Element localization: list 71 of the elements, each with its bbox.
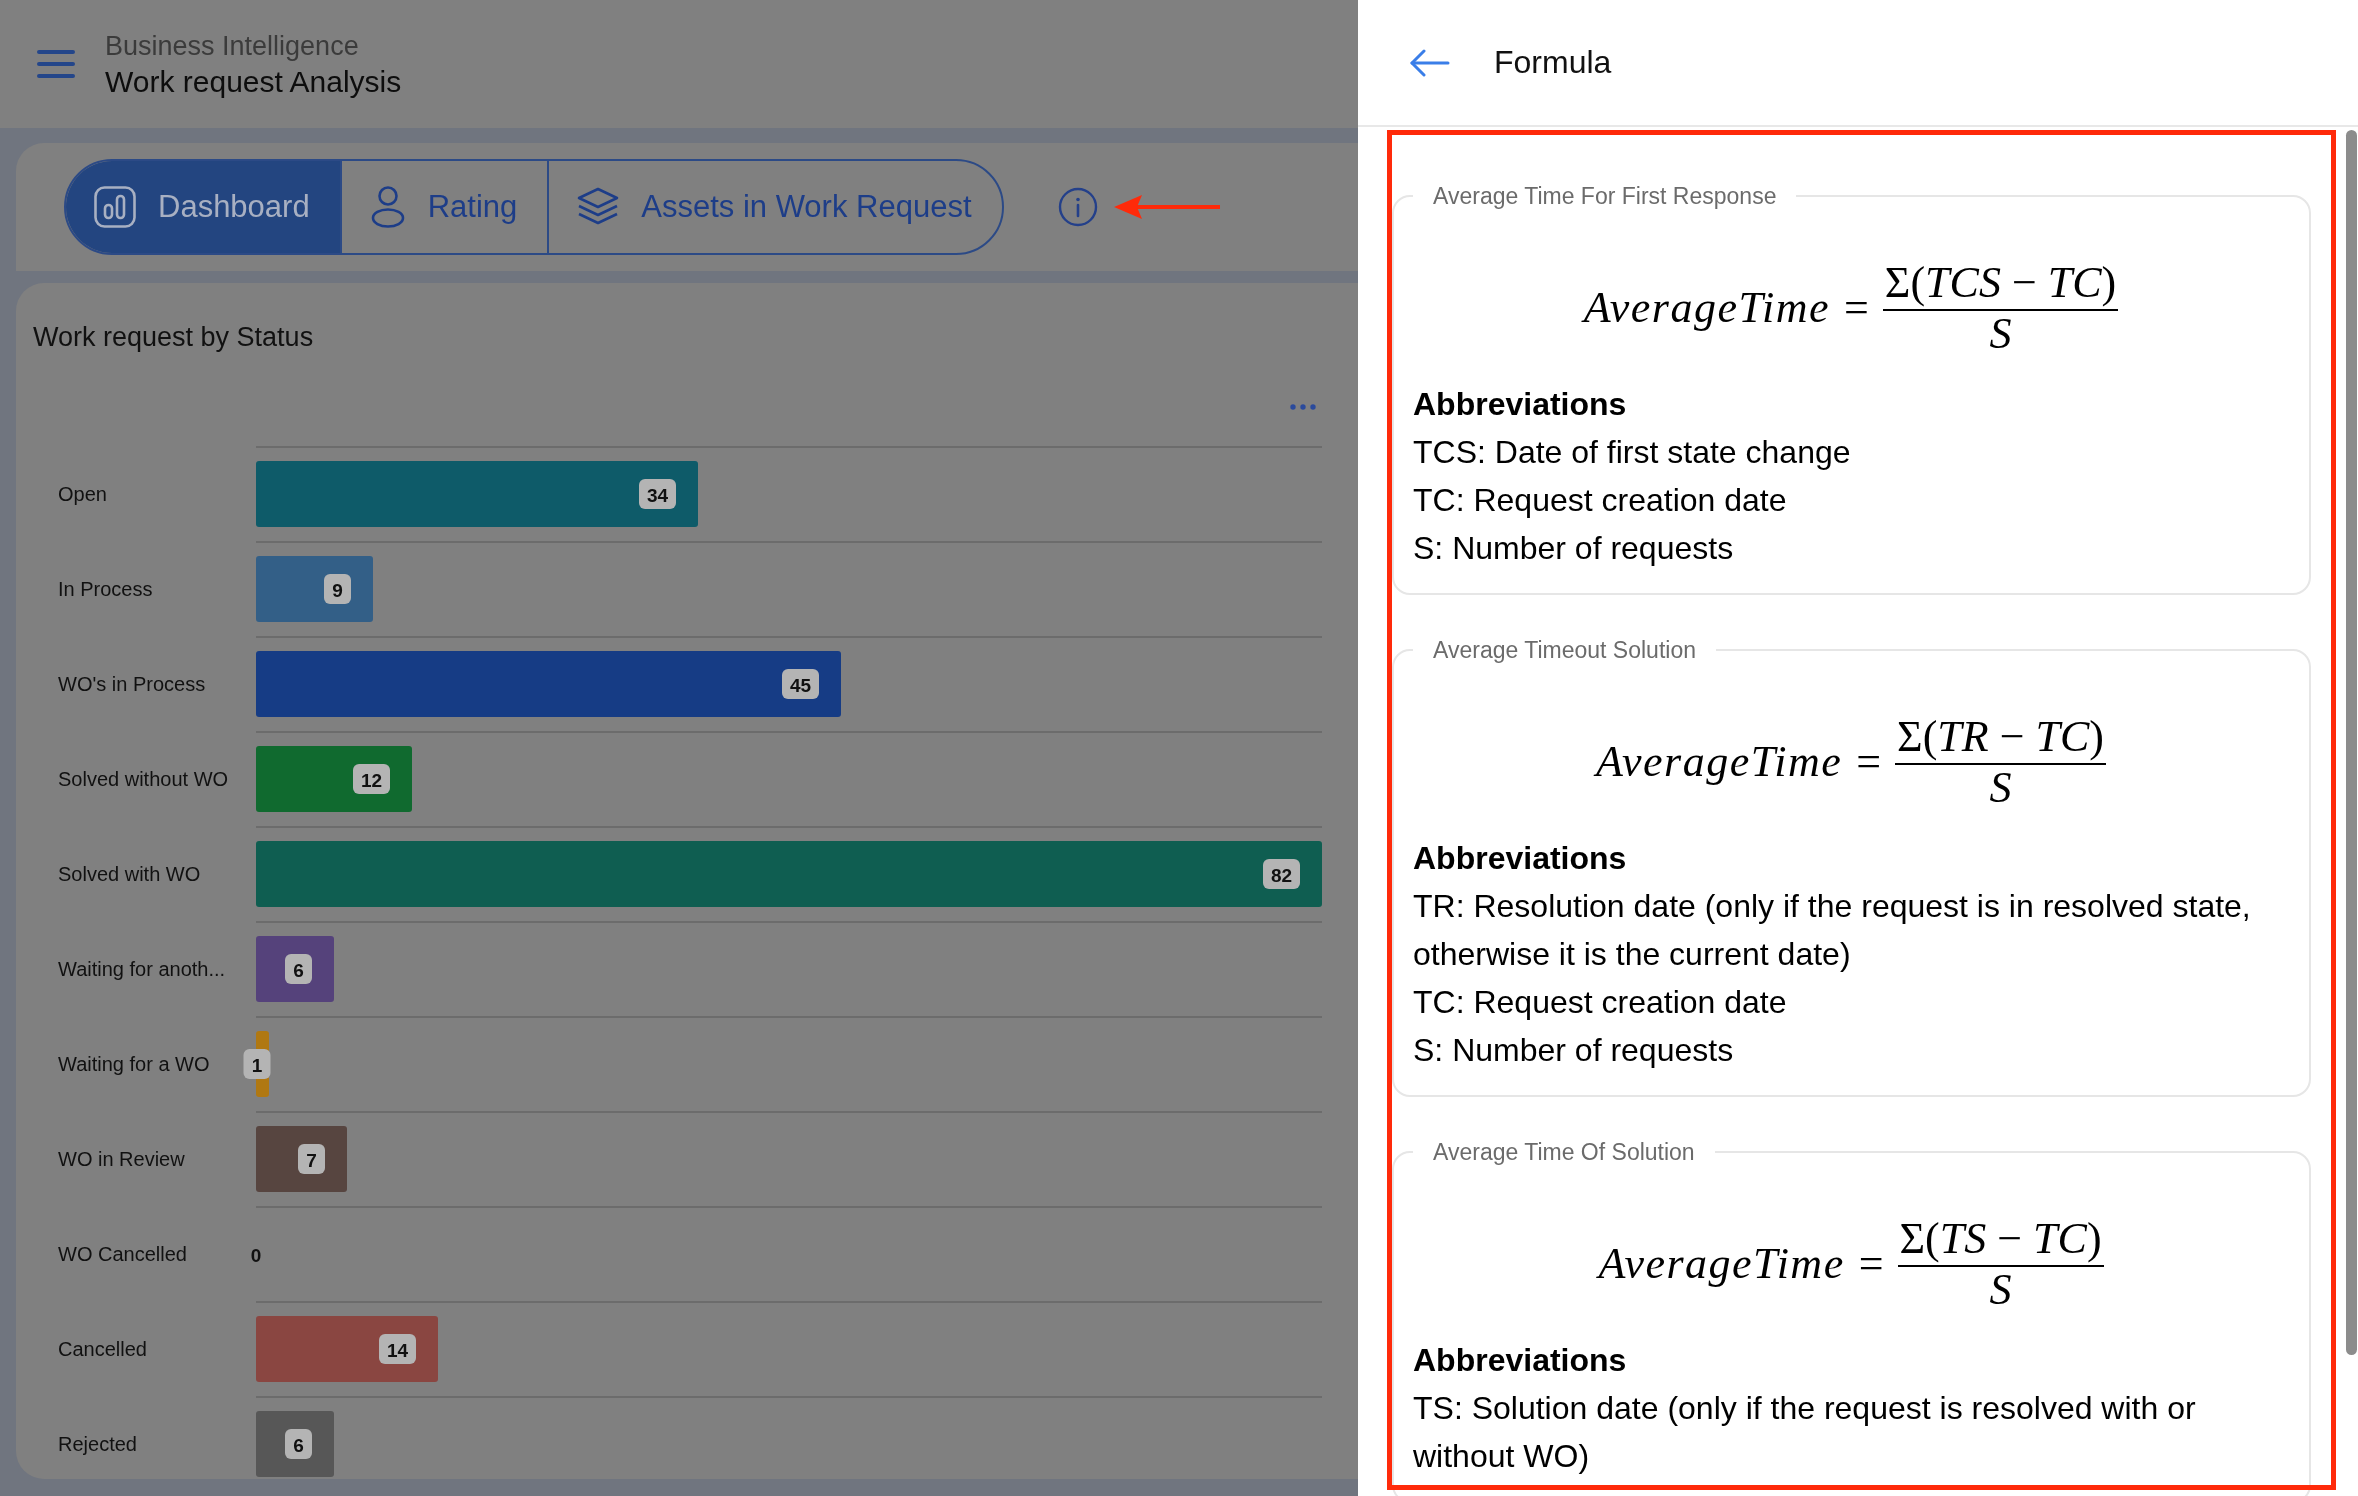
- data-label: 45: [789, 674, 812, 696]
- abbreviation-line: TCS: Date of first state change: [1413, 433, 1851, 472]
- data-label: 6: [293, 959, 304, 981]
- value-label: 82: [1263, 859, 1300, 889]
- section-title: Average Time Of Solution: [1432, 1139, 1696, 1165]
- value-label: 45: [782, 669, 819, 699]
- equals-sign: =: [1858, 1237, 1884, 1289]
- abbreviation-line: TC: Request creation date: [1413, 983, 1787, 1022]
- equals-sign: =: [1856, 735, 1882, 787]
- person-icon: [369, 186, 406, 228]
- tab[interactable]: Rating: [341, 161, 550, 253]
- bar-chart-icon: [94, 186, 136, 228]
- formula-term: AverageTime: [1598, 1237, 1845, 1289]
- category-label: WO Cancelled: [58, 1243, 187, 1265]
- abbreviations-heading: Abbreviations: [1413, 385, 1627, 424]
- abbreviation-line: S: Number of requests: [1413, 529, 1734, 568]
- data-label: 7: [306, 1149, 317, 1171]
- value-label: 7: [298, 1144, 325, 1174]
- category-label: Solved without WO: [58, 768, 229, 790]
- tab[interactable]: Dashboard: [66, 161, 342, 253]
- value-label: 6: [285, 954, 312, 984]
- abbreviations-heading: Abbreviations: [1413, 839, 1627, 878]
- category-label: Solved with WO: [58, 863, 201, 885]
- chart-title: Work request by Status: [32, 321, 314, 354]
- abbreviation-line: TS: Solution date (only if the request is resolved with or without WO): [1413, 1389, 2197, 1476]
- value-label: 0: [250, 1244, 262, 1266]
- category-label: In Process: [58, 578, 153, 600]
- value-label: 9: [324, 574, 351, 604]
- data-label: 6: [293, 1434, 304, 1456]
- fraction-numerator: Σ(TR − TC): [1896, 711, 2105, 763]
- more-options-icon[interactable]: [1290, 404, 1316, 410]
- section-title: Average Time For First Response: [1432, 183, 1778, 209]
- scrollbar[interactable]: [2346, 130, 2357, 1355]
- category-label: Waiting for anoth...: [58, 958, 226, 980]
- abbreviation-line: S: Number of requests: [1413, 1031, 1734, 1070]
- left-arrow-icon[interactable]: [1410, 48, 1450, 77]
- info-icon[interactable]: [1057, 187, 1098, 227]
- data-label: 9: [332, 579, 343, 601]
- data-label: 34: [646, 484, 669, 506]
- menu-icon[interactable]: [37, 50, 75, 78]
- category-label: WO in Review: [58, 1148, 185, 1170]
- category-label: Rejected: [58, 1433, 137, 1455]
- section-title: Average Timeout Solution: [1432, 637, 1697, 663]
- data-label: 12: [360, 769, 383, 791]
- data-label: 1: [251, 1054, 263, 1076]
- drawer-title: Formula: [1494, 44, 1612, 81]
- formula-term: AverageTime: [1583, 281, 1830, 333]
- abbreviation-line: TC: Request creation date: [1413, 481, 1787, 520]
- fraction-denominator: S: [1989, 311, 2012, 357]
- fraction-numerator: Σ(TCS − TC): [1883, 257, 2118, 309]
- equals-sign: =: [1844, 281, 1869, 333]
- value-label: 34: [639, 479, 676, 509]
- data-label: 82: [1270, 864, 1293, 886]
- fraction-numerator: Σ(TS − TC): [1898, 1213, 2103, 1265]
- value-label: 6: [285, 1429, 312, 1459]
- fraction-denominator: S: [1989, 1267, 2012, 1313]
- tab[interactable]: Assets in Work Request: [549, 161, 1002, 253]
- abbreviation-line: TR: Resolution date (only if the request is in resolved state, otherwise it is the current date): [1413, 887, 2252, 974]
- page-title: Work request Analysis: [105, 64, 402, 100]
- value-label: 14: [379, 1334, 416, 1364]
- category-label: Cancelled: [58, 1338, 147, 1360]
- app-subtitle: Business Intelligence: [105, 30, 359, 63]
- category-label: WO's in Process: [58, 673, 206, 695]
- value-label: 1: [243, 1049, 271, 1079]
- data-label: 14: [386, 1339, 409, 1361]
- layers-icon: [577, 187, 620, 227]
- category-label: Waiting for a WO: [58, 1053, 210, 1075]
- abbreviations-heading: Abbreviations: [1413, 1341, 1627, 1380]
- category-label: Open: [58, 483, 107, 505]
- fraction-denominator: S: [1989, 765, 2012, 811]
- value-label: 12: [353, 764, 390, 794]
